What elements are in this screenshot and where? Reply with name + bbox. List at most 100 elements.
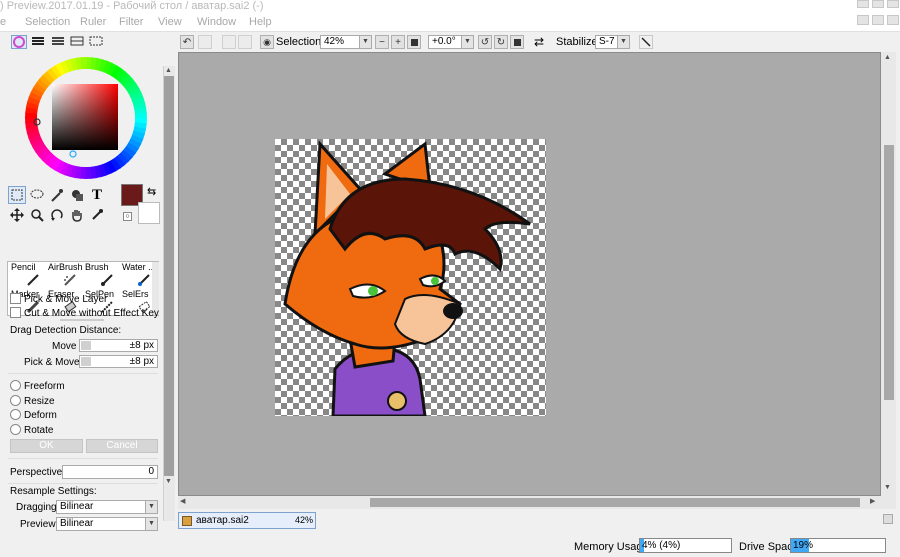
scroll-down-icon[interactable]: ▼ bbox=[884, 484, 891, 491]
tool-panel-scrollbar-thumb[interactable] bbox=[164, 76, 174, 476]
brush-pencil[interactable]: Pencil bbox=[8, 262, 46, 289]
swatch-mode-button[interactable] bbox=[70, 35, 86, 49]
transparent-color-icon[interactable]: ○ bbox=[123, 212, 132, 221]
deselect-button[interactable] bbox=[222, 35, 236, 49]
pick-move-layer-checkbox[interactable] bbox=[10, 293, 21, 304]
canvas-horizontal-scrollbar[interactable]: ◀ ▶ bbox=[178, 496, 881, 509]
swap-colors-icon[interactable]: ⇆ bbox=[147, 185, 156, 198]
menu-filter[interactable]: Filter bbox=[119, 14, 143, 31]
chevron-down-icon[interactable]: ▼ bbox=[145, 501, 157, 513]
chevron-down-icon[interactable]: ▼ bbox=[617, 36, 629, 48]
drag-detection-heading: Drag Detection Distance: bbox=[10, 325, 122, 336]
deform-radio[interactable] bbox=[10, 409, 21, 420]
hand-tool[interactable] bbox=[68, 206, 86, 224]
perspective-input[interactable]: 0 bbox=[62, 465, 158, 479]
stabilizer-select[interactable]: S-7 ▼ bbox=[595, 35, 630, 49]
freeform-radio[interactable] bbox=[10, 380, 21, 391]
hue-ring[interactable] bbox=[24, 56, 148, 180]
zoom-reset-button[interactable] bbox=[407, 35, 421, 49]
chevron-down-icon[interactable]: ▼ bbox=[145, 518, 157, 530]
zoom-out-button[interactable]: − bbox=[375, 35, 389, 49]
flip-horizontal-icon[interactable]: ⇄ bbox=[534, 35, 544, 49]
menu-edit[interactable]: e bbox=[0, 14, 6, 31]
rotate-option[interactable]: Rotate bbox=[10, 424, 53, 436]
title-restore-button[interactable] bbox=[872, 0, 884, 8]
horizontal-scrollbar-thumb[interactable] bbox=[370, 498, 860, 507]
resample-settings-heading: Resample Settings: bbox=[10, 486, 97, 497]
ok-button[interactable]: OK bbox=[10, 439, 83, 453]
rotation-select[interactable]: +0.0° ▼ bbox=[428, 35, 474, 49]
title-minimize-button[interactable] bbox=[857, 0, 869, 8]
title-close-button[interactable] bbox=[887, 0, 899, 8]
menu-help[interactable]: Help bbox=[249, 14, 272, 31]
image-file-icon bbox=[182, 516, 192, 526]
zoom-in-button[interactable]: + bbox=[391, 35, 405, 49]
redo-button[interactable] bbox=[198, 35, 212, 49]
text-tool[interactable]: T bbox=[88, 186, 106, 204]
rotate-reset-button[interactable] bbox=[510, 35, 524, 49]
resize-radio[interactable] bbox=[10, 395, 21, 406]
minimize-button[interactable] bbox=[857, 15, 869, 25]
zoom-select[interactable]: 42% ▼ bbox=[320, 35, 372, 49]
color-wheel[interactable] bbox=[24, 56, 148, 183]
move-icon bbox=[10, 208, 24, 222]
close-button[interactable] bbox=[887, 15, 899, 25]
shape-tool[interactable] bbox=[68, 186, 86, 204]
preview-select[interactable]: Bilinear ▼ bbox=[56, 517, 158, 531]
magic-wand-tool[interactable] bbox=[48, 186, 66, 204]
eyedropper-tool[interactable] bbox=[88, 206, 106, 224]
secondary-color-swatch[interactable] bbox=[138, 202, 160, 224]
vertical-scrollbar-thumb[interactable] bbox=[884, 145, 894, 400]
document-tab[interactable]: аватар.sai2 42% bbox=[178, 512, 316, 529]
plus-icon: + bbox=[395, 36, 401, 48]
menu-ruler[interactable]: Ruler bbox=[80, 14, 106, 31]
artwork-image[interactable] bbox=[275, 139, 546, 418]
pick-move-layer-option[interactable]: Pick & Move Layer bbox=[10, 293, 107, 305]
menu-view[interactable]: View bbox=[158, 14, 182, 31]
cancel-button[interactable]: Cancel bbox=[86, 439, 158, 453]
invert-selection-button[interactable] bbox=[238, 35, 252, 49]
scroll-up-icon[interactable]: ▲ bbox=[165, 67, 172, 74]
rotate-radio[interactable] bbox=[10, 424, 21, 435]
brush-brush[interactable]: Brush bbox=[82, 262, 120, 289]
color-wheel-icon bbox=[13, 36, 25, 48]
restore-button[interactable] bbox=[872, 15, 884, 25]
zoom-tool[interactable] bbox=[28, 206, 46, 224]
lasso-tool[interactable] bbox=[28, 186, 46, 204]
rotate-left-button[interactable]: ↺ bbox=[478, 35, 492, 49]
undo-button[interactable]: ↶ bbox=[180, 35, 194, 49]
scroll-right-icon[interactable]: ▶ bbox=[870, 497, 875, 505]
scratchpad-mode-button[interactable] bbox=[89, 35, 105, 49]
chevron-down-icon[interactable]: ▼ bbox=[461, 36, 473, 48]
menu-selection[interactable]: Selection bbox=[25, 14, 70, 31]
cut-move-checkbox[interactable] bbox=[10, 307, 21, 318]
show-selection-button[interactable]: ◉ bbox=[260, 35, 274, 49]
cut-move-option[interactable]: Cut & Move without Effect Key bbox=[10, 307, 159, 319]
straight-line-button[interactable] bbox=[639, 35, 653, 49]
move-tool[interactable] bbox=[8, 206, 26, 224]
brush-airbrush[interactable]: AirBrush bbox=[45, 262, 83, 289]
chevron-down-icon[interactable]: ▼ bbox=[359, 36, 371, 48]
freeform-option[interactable]: Freeform bbox=[10, 380, 65, 392]
rotate-right-button[interactable]: ↻ bbox=[494, 35, 508, 49]
hsv-slider-mode-button[interactable] bbox=[51, 35, 67, 49]
canvas-vertical-scrollbar[interactable]: ▲ ▼ bbox=[881, 52, 896, 496]
dragging-select[interactable]: Bilinear ▼ bbox=[56, 500, 158, 514]
scroll-down-icon[interactable]: ▼ bbox=[165, 478, 172, 485]
splitter-handle[interactable] bbox=[60, 319, 104, 321]
resize-option[interactable]: Resize bbox=[10, 395, 55, 407]
move-distance-slider[interactable]: ±8 px bbox=[79, 339, 158, 352]
rect-select-tool[interactable] bbox=[8, 186, 26, 204]
memory-usage-value: 4% (4%) bbox=[642, 540, 681, 551]
menu-window[interactable]: Window bbox=[197, 14, 236, 31]
rotate-tool[interactable] bbox=[48, 206, 66, 224]
color-wheel-mode-button[interactable] bbox=[11, 35, 27, 49]
deform-option[interactable]: Deform bbox=[10, 409, 57, 421]
pick-move-distance-slider[interactable]: ±8 px bbox=[79, 355, 158, 368]
scroll-up-icon[interactable]: ▲ bbox=[884, 54, 891, 61]
tab-scroll-button[interactable] bbox=[883, 514, 893, 524]
slider-knob[interactable] bbox=[81, 341, 91, 350]
slider-knob[interactable] bbox=[81, 357, 91, 366]
rgb-slider-mode-button[interactable] bbox=[31, 35, 47, 49]
scroll-left-icon[interactable]: ◀ bbox=[180, 497, 185, 505]
